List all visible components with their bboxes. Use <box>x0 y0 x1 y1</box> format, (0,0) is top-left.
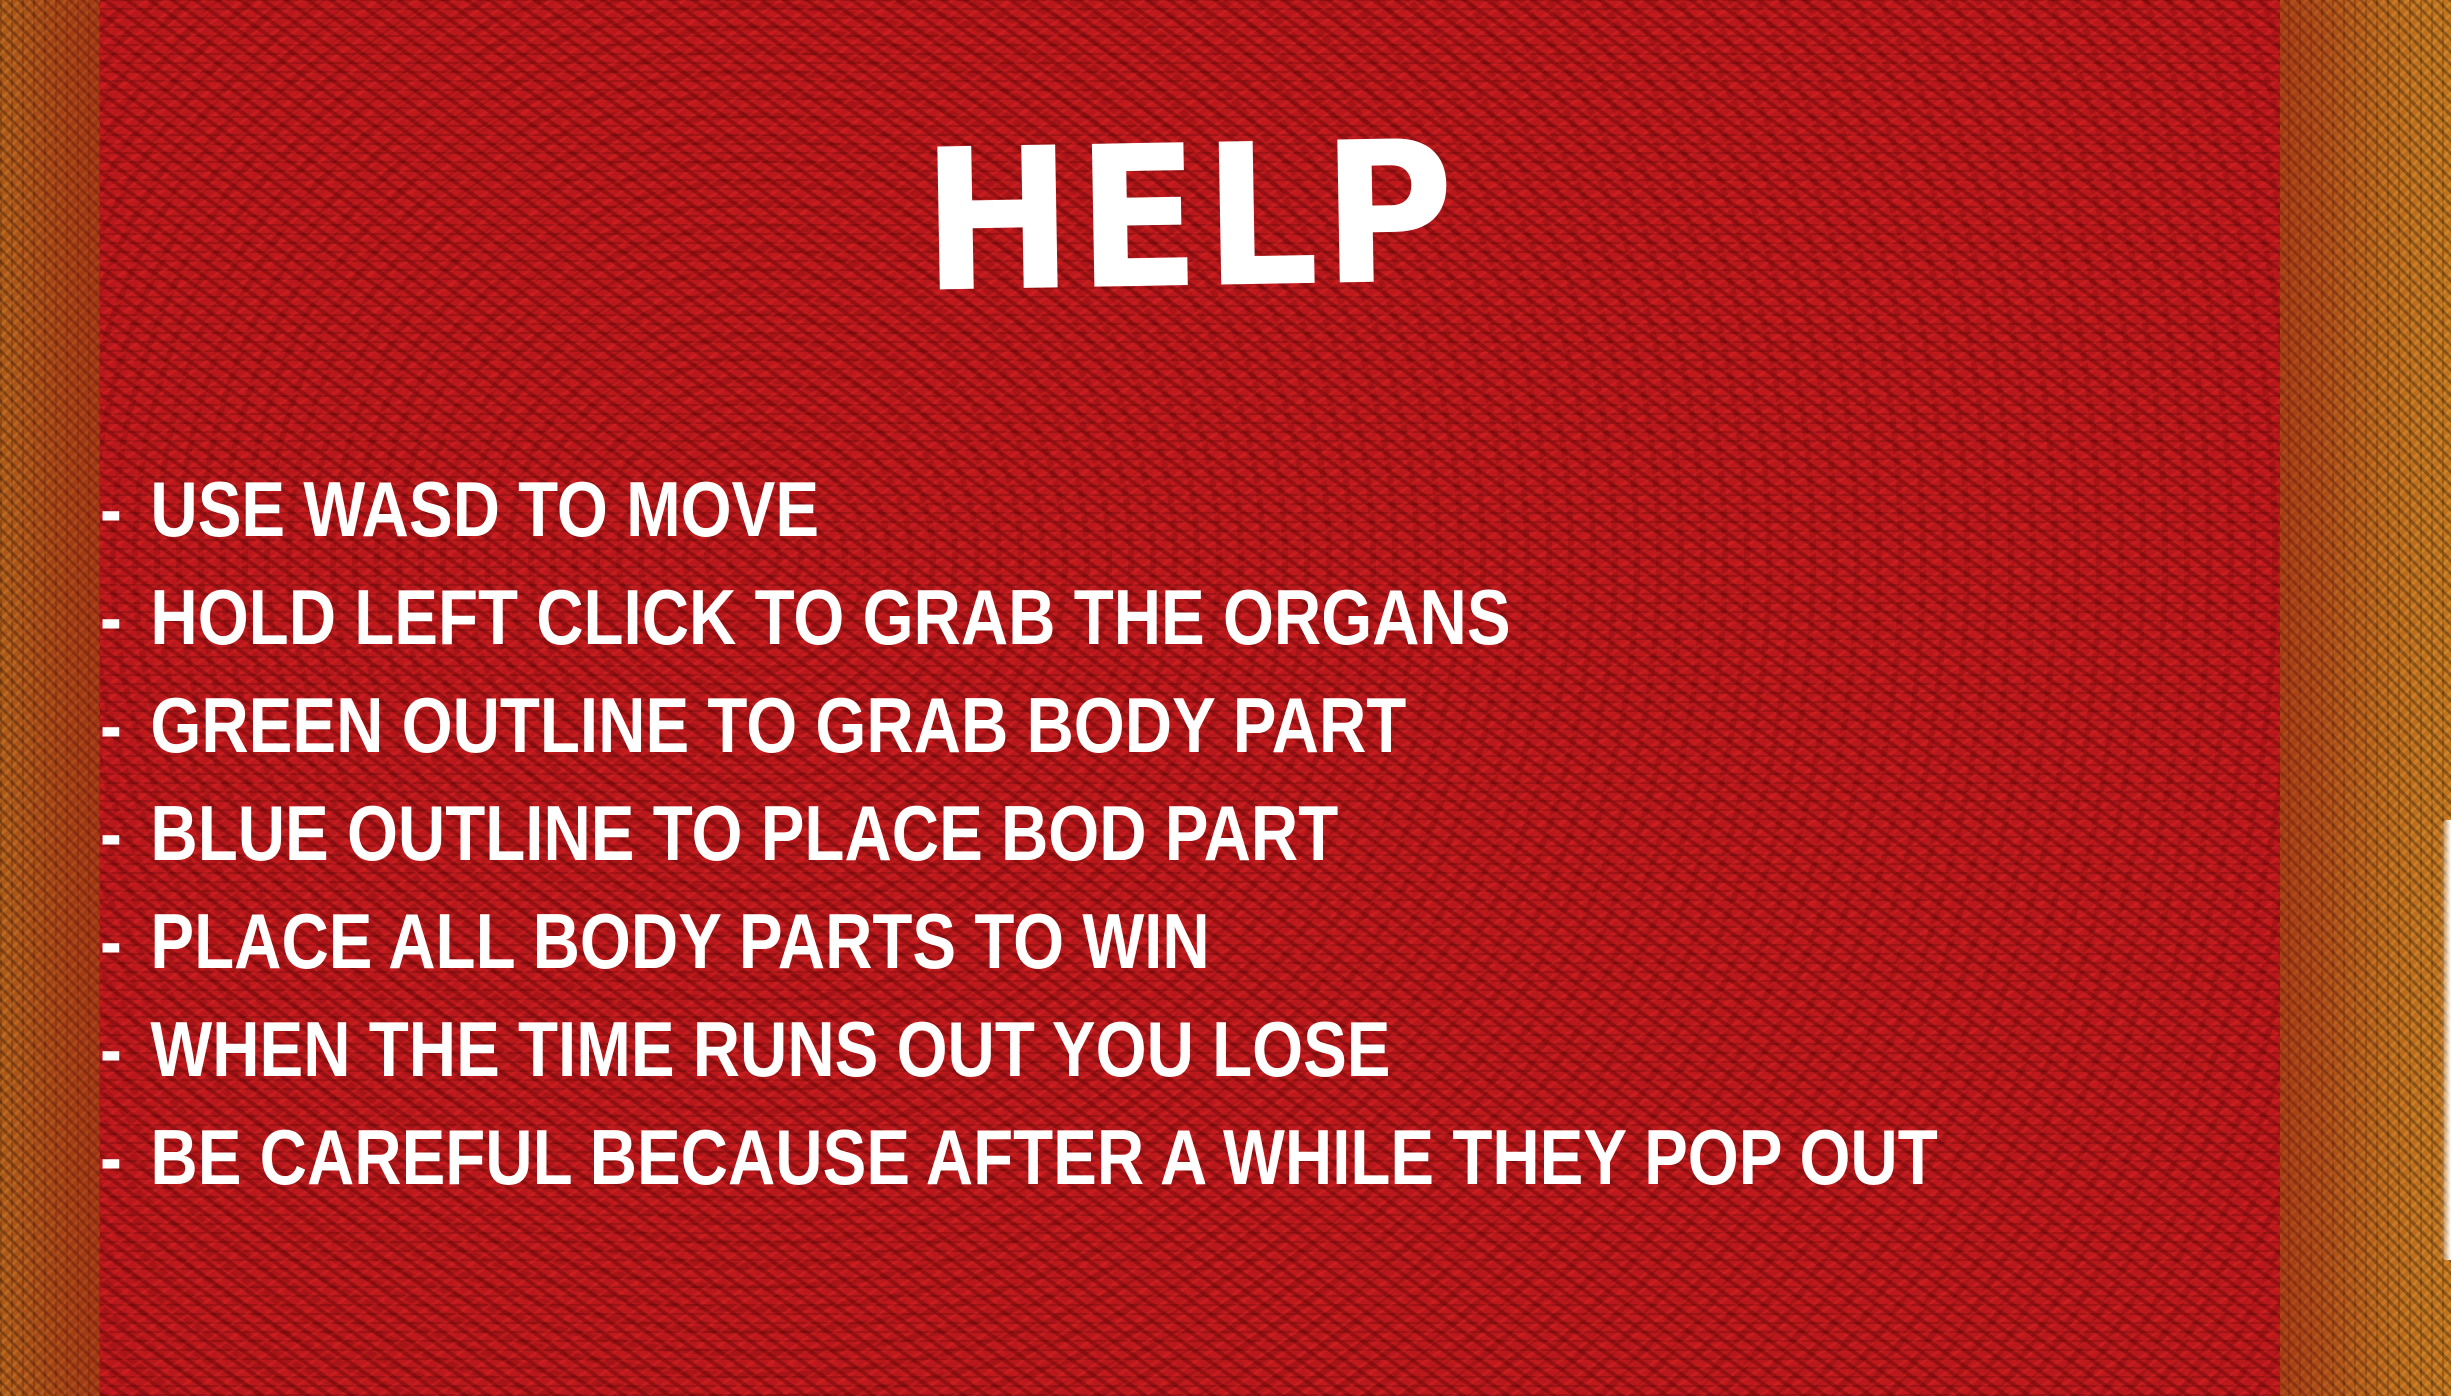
rule-item: - BLUE OUTLINE TO PLACE BOD PART <box>100 779 1938 887</box>
rule-text: PLACE ALL BODY PARTS TO WIN <box>150 897 1210 985</box>
rule-item: - PLACE ALL BODY PARTS TO WIN <box>100 887 1938 995</box>
rule-bullet: - <box>100 789 122 877</box>
rule-text: GREEN OUTLINE TO GRAB BODY PART <box>150 681 1407 769</box>
rule-item: - HOLD LEFT CLICK TO GRAB THE ORGANS <box>100 563 1938 671</box>
rule-text: BLUE OUTLINE TO PLACE BOD PART <box>150 789 1339 877</box>
rule-bullet: - <box>100 465 122 553</box>
help-screen: HELP - USE WASD TO MOVE - HOLD LEFT CLIC… <box>0 0 2451 1396</box>
rule-item: - WHEN THE TIME RUNS OUT YOU LOSE <box>100 995 1938 1103</box>
rule-bullet: - <box>100 573 122 661</box>
help-title: HELP <box>920 99 1460 337</box>
rules-list: - USE WASD TO MOVE - HOLD LEFT CLICK TO … <box>100 455 2288 1211</box>
edge-highlight <box>2441 820 2451 1260</box>
rule-text: HOLD LEFT CLICK TO GRAB THE ORGANS <box>150 573 1511 661</box>
help-panel: HELP - USE WASD TO MOVE - HOLD LEFT CLIC… <box>100 0 2280 1396</box>
rule-text: BE CAREFUL BECAUSE AFTER A WHILE THEY PO… <box>150 1113 1938 1201</box>
rule-item: - USE WASD TO MOVE <box>100 455 1938 563</box>
rule-bullet: - <box>100 1005 122 1093</box>
rule-bullet: - <box>100 897 122 985</box>
rule-text: USE WASD TO MOVE <box>150 465 820 553</box>
rule-text: WHEN THE TIME RUNS OUT YOU LOSE <box>150 1005 1391 1093</box>
rule-bullet: - <box>100 681 122 769</box>
rule-item: - GREEN OUTLINE TO GRAB BODY PART <box>100 671 1938 779</box>
rule-item: - BE CAREFUL BECAUSE AFTER A WHILE THEY … <box>100 1103 1938 1211</box>
rule-bullet: - <box>100 1113 122 1201</box>
